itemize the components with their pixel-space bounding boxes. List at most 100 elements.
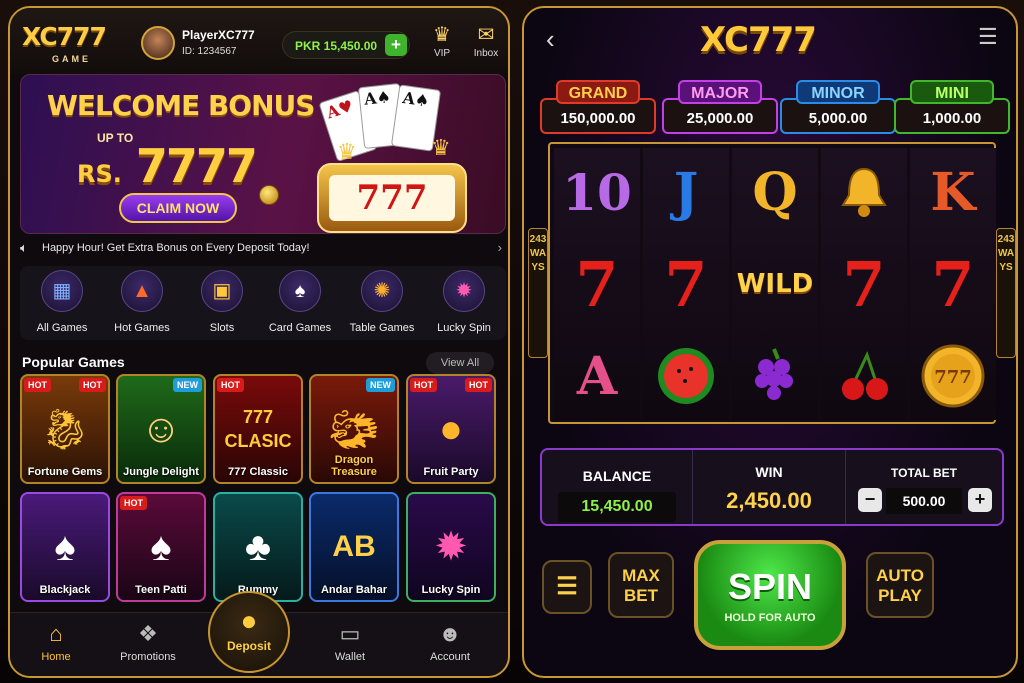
game-tile-dragon-treasure[interactable]: 🐲︎ NEW Dragon Treasure <box>309 374 399 484</box>
coin-777-icon: 777 <box>910 332 996 420</box>
game-tile-jungle-delight[interactable]: ☺ NEW Jungle Delight <box>116 374 206 484</box>
gift-icon: ❖ <box>138 621 158 646</box>
vip-button[interactable]: ♛ VIP <box>424 24 460 59</box>
reel-4: 7 <box>821 148 907 420</box>
inbox-label: Inbox <box>473 48 499 59</box>
list-icon: ☰ <box>556 573 578 600</box>
nav-deposit[interactable]: ● Deposit <box>208 591 290 673</box>
paytable-button[interactable]: ☰ <box>542 560 592 614</box>
wallet-icon: ▭ <box>339 621 361 646</box>
symbol-7: 7 <box>842 247 886 321</box>
bet-label: TOTAL BET <box>891 466 957 480</box>
category-lucky-spin[interactable]: ✹ Lucky Spin <box>424 270 504 334</box>
balance-label: BALANCE <box>582 468 652 484</box>
flame-icon: ▲ <box>121 270 163 312</box>
nav-label: Account <box>430 651 470 663</box>
chevron-right-icon: › <box>497 240 502 255</box>
hot-badge: HOT <box>24 378 51 392</box>
game-tile-fortune-gems[interactable]: 🐉︎ HOT HOT Fortune Gems <box>20 374 110 484</box>
brand-logo-sub: GAME <box>52 54 91 64</box>
max-bet-line1: MAX <box>622 566 660 585</box>
win-value: 2,450.00 <box>726 488 812 513</box>
new-badge: NEW <box>173 378 202 392</box>
game-name: Dragon Treasure <box>331 454 377 478</box>
hot-badge: HOT <box>79 378 106 392</box>
banner-currency: RS. <box>77 160 122 188</box>
auto-play-line1: AUTO <box>876 566 924 585</box>
wheel-icon: ✹ <box>443 270 485 312</box>
nav-home[interactable]: ⌂ Home <box>16 621 96 663</box>
hot-badge: HOT <box>410 378 437 392</box>
lobby-header: XC777 GAME PlayerXC777 ID: 1234567 PKR 1… <box>10 8 508 74</box>
spin-button[interactable]: SPIN HOLD FOR AUTO <box>694 540 846 650</box>
category-label: All Games <box>36 322 88 334</box>
category-table-games[interactable]: ✺ Table Games <box>342 270 422 334</box>
hot-badge: HOT <box>120 496 147 510</box>
nav-account[interactable]: ☻ Account <box>410 621 490 663</box>
vip-label: VIP <box>433 48 451 59</box>
category-slots[interactable]: ▣ Slots <box>182 270 262 334</box>
jackpot-label: MINI <box>910 80 994 104</box>
category-card-games[interactable]: ♠ Card Games <box>260 270 340 334</box>
game-name: 777 Classic <box>228 466 288 478</box>
game-tile-fruit-party[interactable]: ● HOT HOT Fruit Party <box>406 374 496 484</box>
ways-badge-left: 243 WAYS <box>528 228 548 358</box>
game-tile-777-classic[interactable]: 777 CLASIC HOT 777 Classic <box>213 374 303 484</box>
back-arrow-icon[interactable]: ‹ <box>546 24 555 55</box>
wild-symbol: WILD <box>736 269 814 299</box>
balance-text: PKR 15,450.00 <box>295 39 378 53</box>
category-all-games[interactable]: ▦ All Games <box>22 270 102 334</box>
game-tile-blackjack[interactable]: ♠ Blackjack <box>20 492 110 602</box>
info-bar: BALANCE 15,450.00 WIN 2,450.00 TOTAL BET… <box>540 448 1004 526</box>
category-hot-games[interactable]: ▲ Hot Games <box>102 270 182 334</box>
banner-amount-value: 7777 <box>135 139 258 193</box>
game-tile-lucky-spin[interactable]: ✹ Lucky Spin <box>406 492 496 602</box>
game-name: Teen Patti <box>135 584 187 596</box>
game-name: Jungle Delight <box>123 466 199 478</box>
slot-game-screen: ‹ XC777 ☰ 150,000.00 GRAND 25,000.00 MAJ… <box>522 6 1018 678</box>
game-tile-rummy[interactable]: ♣ Rummy <box>213 492 303 602</box>
jackpot-minor: 5,000.00 MINOR <box>780 80 896 134</box>
svg-text:777: 777 <box>934 367 972 388</box>
win-panel: WIN 2,450.00 <box>692 450 846 524</box>
ways-badge-right: 243 WAYS <box>996 228 1016 358</box>
slot-digits: 777 <box>329 175 455 221</box>
jackpot-mini: 1,000.00 MINI <box>894 80 1010 134</box>
game-name: Lucky Spin <box>421 584 481 596</box>
announcement-ticker[interactable]: 🔈︎ Happy Hour! Get Extra Bonus on Every … <box>20 238 506 260</box>
cards-icon: ♠ <box>279 270 321 312</box>
grapes-icon <box>732 332 818 420</box>
brand-logo[interactable]: XC777 <box>22 22 107 51</box>
welcome-bonus-banner[interactable]: WELCOME BONUS UP TO RS. 7777 CLAIM NOW A… <box>20 74 506 234</box>
hot-badge: HOT <box>217 378 244 392</box>
menu-icon[interactable]: ☰ <box>978 24 998 50</box>
add-funds-button[interactable]: + <box>385 34 407 56</box>
decrease-bet-button[interactable]: − <box>858 488 882 512</box>
max-bet-button[interactable]: MAX BET <box>608 552 674 618</box>
claim-now-button[interactable]: CLAIM NOW <box>119 193 237 223</box>
avatar[interactable] <box>141 26 175 60</box>
game-tile-teen-patti[interactable]: ♠ HOT Teen Patti <box>116 492 206 602</box>
coins-icon: ● <box>240 605 258 636</box>
nav-wallet[interactable]: ▭ Wallet <box>310 621 390 663</box>
auto-play-button[interactable]: AUTO PLAY <box>866 552 934 618</box>
balance-pill[interactable]: PKR 15,450.00 + <box>282 31 410 59</box>
coin-icon <box>259 185 279 205</box>
category-bar: ▦ All Games ▲ Hot Games ▣ Slots ♠ Card G… <box>20 266 506 340</box>
game-name: Andar Bahar <box>320 584 388 596</box>
win-label: WIN <box>755 464 783 480</box>
view-all-button[interactable]: View All <box>426 352 494 374</box>
slot-machine-icon: ▣ <box>201 270 243 312</box>
inbox-button[interactable]: ✉ Inbox <box>468 24 504 59</box>
auto-play-line2: PLAY <box>878 586 922 605</box>
bet-panel: TOTAL BET − 500.00 + <box>846 450 1002 524</box>
hot-badge: HOT <box>465 378 492 392</box>
nav-promotions[interactable]: ❖ Promotions <box>108 621 188 663</box>
nav-label: Deposit <box>226 639 271 653</box>
game-name: Fortune Gems <box>27 466 103 478</box>
spin-sublabel: HOLD FOR AUTO <box>724 612 816 624</box>
increase-bet-button[interactable]: + <box>968 488 992 512</box>
spin-label: SPIN <box>727 566 813 607</box>
game-tile-andar-bahar[interactable]: AB Andar Bahar <box>309 492 399 602</box>
category-label: Card Games <box>268 322 332 334</box>
